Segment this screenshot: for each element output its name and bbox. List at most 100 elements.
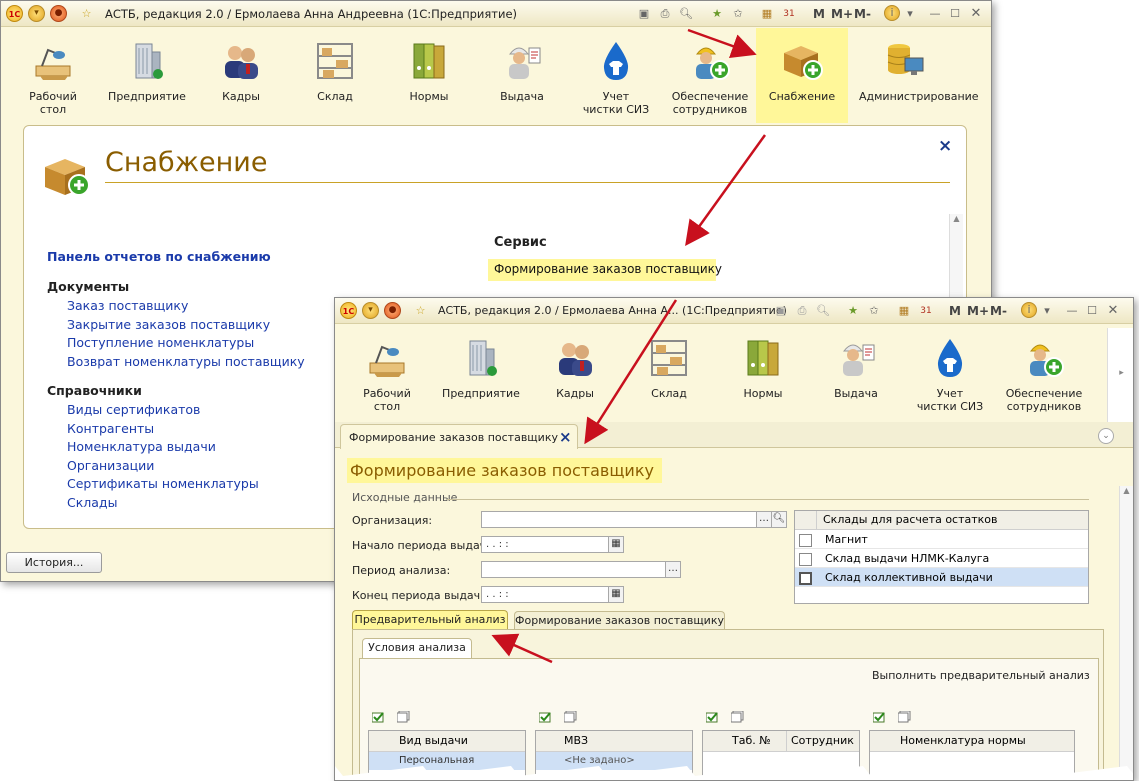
warehouse-checkbox[interactable] <box>799 552 812 566</box>
period-end-input[interactable]: . . : : <box>481 586 609 603</box>
section-worker-plus[interactable]: Обеспечение сотрудников <box>998 325 1090 420</box>
memory-m-button[interactable]: M <box>949 304 961 318</box>
section-people[interactable]: Кадры <box>195 28 287 123</box>
panel-link[interactable]: Закрытие заказов поставщику <box>67 316 305 335</box>
check-all-icon[interactable] <box>371 708 385 723</box>
close-window-icon[interactable]: ✕ <box>968 6 984 22</box>
warehouse-checkbox[interactable] <box>799 571 812 585</box>
section-shelves[interactable]: Склад <box>289 28 381 123</box>
warehouse-row[interactable]: Магнит <box>795 530 1088 549</box>
panel-link[interactable]: Поступление номенклатуры <box>67 334 305 353</box>
uncheck-all-icon[interactable] <box>396 708 410 723</box>
stop-circle-icon[interactable]: ● <box>384 302 401 319</box>
print-icon[interactable]: ⎙ <box>794 303 810 319</box>
panel-link[interactable]: Возврат номенклатуры поставщику <box>67 353 305 372</box>
memory-m-button[interactable]: M <box>813 7 825 21</box>
scroll-up-icon[interactable]: ▲ <box>950 214 963 223</box>
add-favorite-icon[interactable]: ★ <box>709 6 725 22</box>
save-icon[interactable]: ▣ <box>636 6 652 22</box>
panel-link[interactable]: Сертификаты номенклатуры <box>67 475 259 494</box>
1c-logo-icon[interactable]: 1С <box>6 5 23 22</box>
info-icon[interactable]: i <box>884 5 900 21</box>
stop-circle-icon[interactable]: ● <box>50 5 67 22</box>
period-end-calendar-icon[interactable]: ▦ <box>608 586 624 603</box>
check-all-icon[interactable] <box>872 708 886 723</box>
minimize-icon[interactable]: — <box>1064 303 1080 319</box>
memory-mplus-button[interactable]: M+ <box>831 7 853 21</box>
section-database-computer[interactable]: Администрирование <box>859 28 979 123</box>
section-building[interactable]: Предприятие <box>435 325 527 420</box>
section-water-drop-shirt[interactable]: Учет чистки СИЗ <box>904 325 996 420</box>
menu-circle-icon[interactable]: ▾ <box>28 5 45 22</box>
calendar-icon[interactable]: 31 <box>781 6 797 22</box>
maximize-icon[interactable]: ☐ <box>947 6 963 22</box>
bookmark-icon[interactable]: ✩ <box>866 303 882 319</box>
tab-order-formation[interactable]: Формирование заказов поставщику <box>514 611 725 631</box>
tabs-dropdown-icon[interactable]: ⌄ <box>1098 428 1114 444</box>
memory-mminus-button[interactable]: M- <box>854 7 871 21</box>
check-all-icon[interactable] <box>538 708 552 723</box>
section-binders[interactable]: Нормы <box>383 28 475 123</box>
panel-link[interactable]: Контрагенты <box>67 420 259 439</box>
section-box-plus[interactable]: Снабжение <box>756 28 848 123</box>
calculator-icon[interactable]: ▦ <box>896 303 912 319</box>
section-shelves[interactable]: Склад <box>623 325 715 420</box>
history-button[interactable]: История... <box>6 552 102 573</box>
section-desk-lamp[interactable]: Рабочий стол <box>341 325 433 420</box>
analysis-period-select-button[interactable]: … <box>665 561 681 578</box>
section-people[interactable]: Кадры <box>529 325 621 420</box>
section-worker-plus[interactable]: Обеспечение сотрудников <box>664 28 756 123</box>
bookmark-icon[interactable]: ✩ <box>730 6 746 22</box>
form-tab[interactable]: Формирование заказов поставщику × <box>340 424 578 449</box>
close-window-icon[interactable]: ✕ <box>1105 303 1121 319</box>
calculator-icon[interactable]: ▦ <box>759 6 775 22</box>
maximize-icon[interactable]: ☐ <box>1084 303 1100 319</box>
uncheck-all-icon[interactable] <box>897 708 911 723</box>
organization-search-icon[interactable]: 🔍︎ <box>771 511 787 528</box>
reports-panel-link[interactable]: Панель отчетов по снабжению <box>47 249 271 264</box>
uncheck-all-icon[interactable] <box>563 708 577 723</box>
panel-link[interactable]: Виды сертификатов <box>67 401 259 420</box>
subtab-analysis-conditions[interactable]: Условия анализа <box>362 638 472 659</box>
favorites-star-icon[interactable]: ☆ <box>412 302 429 319</box>
check-all-icon[interactable] <box>705 708 719 723</box>
preview-icon[interactable]: 🔍︎ <box>678 6 694 22</box>
analysis-period-input[interactable] <box>481 561 666 578</box>
form-scrollbar[interactable]: ▲ <box>1119 486 1133 780</box>
print-icon[interactable]: ⎙ <box>657 6 673 22</box>
memory-mminus-button[interactable]: M- <box>990 304 1007 318</box>
minimize-icon[interactable]: — <box>927 6 943 22</box>
period-start-calendar-icon[interactable]: ▦ <box>608 536 624 553</box>
panel-close-icon[interactable]: × <box>938 136 952 156</box>
tab-preliminary-analysis[interactable]: Предварительный анализ <box>352 610 508 630</box>
section-desk-lamp[interactable]: Рабочий стол <box>7 28 99 123</box>
form-tab-close-icon[interactable]: × <box>559 428 572 446</box>
dropdown-arrow-icon[interactable]: ▾ <box>902 6 918 22</box>
section-worker[interactable]: Выдача <box>810 325 902 420</box>
memory-mplus-button[interactable]: M+ <box>967 304 989 318</box>
warehouse-row[interactable]: Склад выдачи НЛМК-Калуга <box>795 549 1088 568</box>
organization-input[interactable] <box>481 511 757 528</box>
info-icon[interactable]: i <box>1021 302 1037 318</box>
scroll-up-icon[interactable]: ▲ <box>1120 486 1133 495</box>
dropdown-arrow-icon[interactable]: ▾ <box>1039 303 1055 319</box>
menu-circle-icon[interactable]: ▾ <box>362 302 379 319</box>
section-binders[interactable]: Нормы <box>717 325 809 420</box>
1c-logo-icon[interactable]: 1С <box>340 302 357 319</box>
run-analysis-link[interactable]: Выполнить предварительный анализ <box>872 669 1090 682</box>
section-building[interactable]: Предприятие <box>101 28 193 123</box>
save-icon[interactable]: ▣ <box>773 303 789 319</box>
preview-icon[interactable]: 🔍︎ <box>815 303 831 319</box>
panel-link[interactable]: Склады <box>67 494 259 513</box>
service-order-formation-link[interactable]: Формирование заказов поставщику <box>494 262 722 276</box>
panel-link[interactable]: Номенклатура выдачи <box>67 438 259 457</box>
section-worker[interactable]: Выдача <box>476 28 568 123</box>
add-favorite-icon[interactable]: ★ <box>845 303 861 319</box>
section-water-drop-shirt[interactable]: Учет чистки СИЗ <box>570 28 662 123</box>
warehouse-checkbox[interactable] <box>799 533 812 547</box>
favorites-star-icon[interactable]: ☆ <box>78 5 95 22</box>
panel-link[interactable]: Заказ поставщику <box>67 297 305 316</box>
sections-scroll-right[interactable]: ▸ <box>1107 328 1133 423</box>
period-start-input[interactable]: . . : : <box>481 536 609 553</box>
calendar-icon[interactable]: 31 <box>918 303 934 319</box>
